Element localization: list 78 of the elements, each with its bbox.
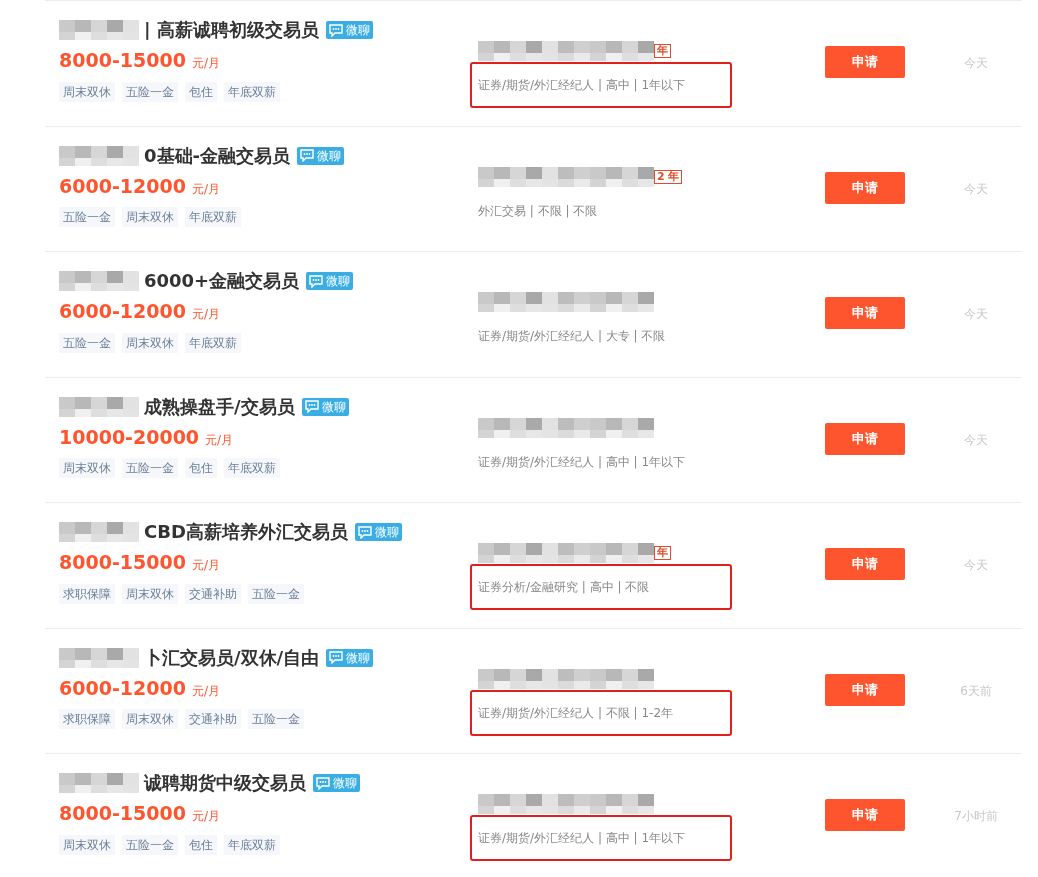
speech-bubble-icon <box>300 149 314 162</box>
apply-button[interactable]: 申请 <box>825 673 905 706</box>
chat-button[interactable]: 微聊 <box>301 397 349 416</box>
job-title[interactable]: 诚聘期货中级交易员 <box>144 771 306 795</box>
chat-button[interactable]: 微聊 <box>326 648 374 667</box>
benefit-tag: 求职保障 <box>59 709 115 729</box>
job-title[interactable]: 成熟操盘手/交易员 <box>144 394 295 419</box>
apply-button[interactable]: 申请 <box>825 422 905 455</box>
salary: 8000-15000 <box>59 801 186 826</box>
salary: 8000-15000 <box>59 48 186 73</box>
job-title[interactable]: CBD高薪培养外汇交易员 <box>144 520 348 544</box>
benefit-tag: 周末双休 <box>59 458 115 478</box>
salary: 6000-12000 <box>59 299 186 324</box>
chat-button[interactable]: 微聊 <box>306 272 354 290</box>
salary-unit: 元/月 <box>205 431 234 449</box>
apply-button[interactable]: 申请 <box>825 548 905 580</box>
salary-unit: 元/月 <box>191 808 220 825</box>
benefit-tag: 包住 <box>185 834 217 855</box>
job-requirements: 证券/期货/外汇经纪人 | 不限 | 1-2年 <box>478 705 674 720</box>
speech-bubble-icon <box>328 23 343 37</box>
apply-button[interactable]: 申请 <box>825 46 905 78</box>
benefit-tag: 五险一金 <box>248 583 304 604</box>
benefit-tag: 五险一金 <box>122 834 178 855</box>
benefit-tag: 年底双薪 <box>185 207 241 227</box>
job-title[interactable]: 卜汇交易员/双休/自由 <box>144 645 320 670</box>
salary: 10000-20000 <box>59 424 200 450</box>
benefit-tag: 周末双休 <box>122 709 178 729</box>
benefit-tag: 五险一金 <box>122 81 178 102</box>
salary-unit: 元/月 <box>191 180 220 198</box>
apply-button[interactable]: 申请 <box>825 297 905 329</box>
job-requirements: 证券/期货/外汇经纪人 | 高中 | 1年以下 <box>478 78 686 92</box>
salary-unit: 元/月 <box>191 557 220 574</box>
years-badge: 年 <box>654 44 671 58</box>
benefit-tag: 年底双薪 <box>224 834 280 855</box>
chat-button[interactable]: 微聊 <box>297 146 344 165</box>
benefit-tag: 五险一金 <box>59 207 115 227</box>
salary-unit: 元/月 <box>191 682 220 700</box>
salary: 8000-15000 <box>59 550 186 575</box>
benefit-tag: 周末双休 <box>59 81 115 102</box>
benefit-tag: 包住 <box>185 458 217 478</box>
job-title[interactable]: | 高薪诚聘初级交易员 <box>144 18 319 42</box>
salary-unit: 元/月 <box>191 55 220 72</box>
benefit-tag: 年底双薪 <box>224 458 280 478</box>
job-requirements: 证券/期货/外汇经纪人 | 高中 | 1年以下 <box>478 831 686 845</box>
benefit-tag: 交通补助 <box>185 583 241 604</box>
job-requirements: 证券/期货/外汇经纪人 | 高中 | 1年以下 <box>478 454 686 469</box>
speech-bubble-icon <box>316 776 330 790</box>
years-badge: 2 年 <box>654 169 683 184</box>
benefit-tag: 包住 <box>185 81 217 102</box>
benefit-tag: 年底双薪 <box>224 81 280 102</box>
apply-button[interactable]: 申请 <box>825 171 905 204</box>
benefit-tag: 周末双休 <box>122 583 178 604</box>
benefit-tag: 周末双休 <box>122 332 178 353</box>
years-badge: 年 <box>654 546 671 560</box>
benefit-tag: 周末双休 <box>122 207 178 227</box>
job-requirements: 证券分析/金融研究 | 高中 | 不限 <box>478 580 650 594</box>
job-title[interactable]: 6000+金融交易员 <box>144 269 300 293</box>
speech-bubble-icon <box>357 525 372 539</box>
job-requirements: 外汇交易 | 不限 | 不限 <box>478 203 598 218</box>
speech-bubble-icon <box>304 400 319 413</box>
benefit-tag: 交通补助 <box>185 709 241 729</box>
chat-button[interactable]: 微聊 <box>354 523 402 541</box>
benefit-tag: 五险一金 <box>248 709 304 729</box>
chat-button[interactable]: 微聊 <box>313 774 360 792</box>
job-requirements: 证券/期货/外汇经纪人 | 大专 | 不限 <box>478 329 666 343</box>
benefit-tag: 求职保障 <box>59 583 115 604</box>
speech-bubble-icon <box>329 651 344 664</box>
salary: 6000-12000 <box>59 675 186 701</box>
benefit-tag: 年底双薪 <box>185 332 241 353</box>
salary-unit: 元/月 <box>191 306 220 323</box>
chat-button[interactable]: 微聊 <box>325 21 373 39</box>
job-title[interactable]: 0基础-金融交易员 <box>144 143 290 168</box>
benefit-tag: 周末双休 <box>59 834 115 855</box>
speech-bubble-icon <box>309 274 324 288</box>
apply-button[interactable]: 申请 <box>825 799 905 831</box>
salary: 6000-12000 <box>59 173 186 199</box>
benefit-tag: 五险一金 <box>122 458 178 478</box>
benefit-tag: 五险一金 <box>59 332 115 353</box>
